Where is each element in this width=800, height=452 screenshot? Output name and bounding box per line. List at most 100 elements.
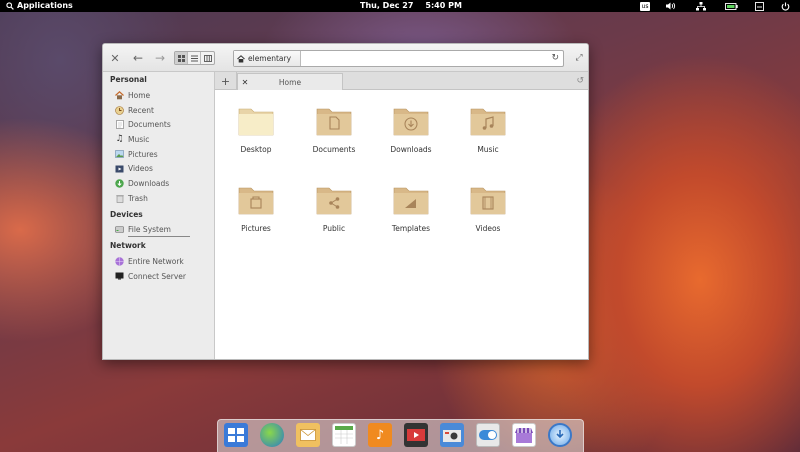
- power-icon[interactable]: [778, 0, 792, 12]
- folder-item[interactable]: Videos: [453, 183, 523, 233]
- videos-icon: [115, 164, 124, 173]
- templates-folder-icon: [393, 187, 429, 215]
- tab-label: Home: [278, 77, 302, 87]
- battery-icon[interactable]: [723, 0, 739, 12]
- reload-icon[interactable]: ↻: [551, 53, 559, 63]
- sidebar-item-documents[interactable]: Documents: [103, 117, 214, 132]
- sidebar-item-label: Documents: [128, 120, 171, 130]
- close-tab-icon[interactable]: ✕: [238, 78, 252, 87]
- keyboard-layout-label: us: [639, 1, 651, 11]
- file-view: Desktop Documents Downloads Music Pictur…: [215, 90, 588, 359]
- folder-item[interactable]: Templates: [376, 183, 446, 233]
- multitasking-view-icon[interactable]: [224, 423, 248, 447]
- downloads-folder-icon: [393, 108, 429, 136]
- folder-label: Pictures: [241, 224, 271, 233]
- breadcrumb-home[interactable]: elementary: [234, 51, 302, 66]
- sidebar-item-label: Music: [128, 134, 150, 144]
- back-button[interactable]: ←: [131, 50, 145, 66]
- breadcrumb-label: elementary: [248, 54, 292, 63]
- search-icon: [6, 1, 14, 10]
- arrow-right-icon: →: [154, 51, 166, 65]
- folder-item[interactable]: Music: [453, 104, 523, 154]
- documents-icon: [115, 120, 124, 130]
- sidebar-section-personal: Personal: [110, 75, 147, 84]
- sidebar-item-recent[interactable]: Recent: [103, 103, 214, 118]
- sidebar-item-label: Entire Network: [128, 257, 184, 267]
- sidebar-item-label: Trash: [128, 193, 148, 203]
- sidebar-item-music[interactable]: ♫ Music: [103, 132, 214, 147]
- sidebar-item-label: Downloads: [128, 178, 170, 188]
- date-time[interactable]: Thu, Dec 27 5:40 PM: [360, 1, 462, 10]
- sidebar: Personal Home Recent Documents ♫ Music P…: [103, 72, 215, 359]
- tab-bar: + ✕ Home ↺: [215, 72, 588, 90]
- sidebar-item-trash[interactable]: Trash: [103, 191, 214, 206]
- sidebar-item-label: Recent: [128, 105, 154, 115]
- music-folder-icon: [470, 108, 506, 136]
- tab-home[interactable]: ✕ Home: [237, 73, 343, 90]
- app-center-icon[interactable]: [512, 423, 536, 447]
- home-icon: [237, 54, 245, 62]
- columns-icon: [203, 54, 212, 62]
- pictures-icon: [115, 150, 124, 159]
- sidebar-item-entire-network[interactable]: Entire Network: [103, 254, 214, 269]
- forward-button[interactable]: →: [153, 50, 167, 66]
- new-tab-button[interactable]: +: [215, 72, 237, 90]
- sidebar-item-file-system[interactable]: File System: [103, 223, 214, 238]
- sidebar-section-devices: Devices: [110, 209, 143, 219]
- videos-folder-icon: [470, 187, 506, 215]
- folder-item[interactable]: Desktop: [221, 104, 291, 154]
- close-icon: ✕: [110, 51, 120, 65]
- sidebar-item-label: Videos: [128, 164, 153, 174]
- folder-item[interactable]: Documents: [299, 104, 369, 154]
- pictures-folder-icon: [238, 187, 274, 215]
- folder-item[interactable]: Public: [299, 183, 369, 233]
- network-indicator-icon[interactable]: [694, 0, 708, 12]
- history-icon[interactable]: ↺: [576, 76, 584, 86]
- plus-icon: +: [220, 74, 231, 88]
- software-update-icon[interactable]: [548, 423, 572, 447]
- videos-app-icon[interactable]: [404, 423, 428, 447]
- sidebar-item-home[interactable]: Home: [103, 88, 214, 103]
- file-manager-window: ✕ ← → elementary ↻ ⤢ Personal Home Recen…: [102, 43, 589, 360]
- applications-label: Applications: [17, 1, 73, 10]
- server-icon: [115, 272, 124, 281]
- folder-item[interactable]: Pictures: [221, 183, 291, 233]
- web-browser-icon[interactable]: [260, 423, 284, 447]
- mail-icon[interactable]: [296, 423, 320, 447]
- calendar-icon[interactable]: [332, 423, 356, 447]
- notifications-icon[interactable]: [752, 0, 766, 12]
- folder-label: Documents: [312, 145, 356, 154]
- maximize-button[interactable]: ⤢: [573, 50, 585, 66]
- sidebar-item-label: Connect Server: [128, 271, 186, 281]
- dock: ♪: [217, 419, 584, 452]
- trash-icon: [115, 194, 124, 203]
- sidebar-item-downloads[interactable]: Downloads: [103, 176, 214, 191]
- folder-label: Music: [477, 145, 499, 154]
- date-label: Thu, Dec 27: [360, 1, 414, 10]
- desktop-folder-icon: [238, 108, 274, 136]
- network-icon: [115, 257, 124, 266]
- arrow-left-icon: ←: [132, 51, 144, 65]
- photos-app-icon[interactable]: [440, 423, 464, 447]
- folder-item[interactable]: Downloads: [376, 104, 446, 154]
- system-settings-icon[interactable]: [476, 423, 500, 447]
- keyboard-indicator[interactable]: us: [638, 0, 652, 12]
- list-view-button[interactable]: [188, 52, 201, 64]
- applications-menu[interactable]: Applications: [6, 1, 73, 10]
- sidebar-item-connect-server[interactable]: Connect Server: [103, 269, 214, 284]
- close-window-button[interactable]: ✕: [109, 50, 121, 66]
- sidebar-item-videos[interactable]: Videos: [103, 161, 214, 176]
- column-view-button[interactable]: [201, 52, 214, 64]
- folder-label: Templates: [391, 224, 431, 233]
- folder-label: Desktop: [240, 145, 272, 154]
- view-switcher: [174, 51, 215, 65]
- grid-icon: [177, 54, 185, 62]
- music-app-icon[interactable]: ♪: [368, 423, 392, 447]
- volume-icon[interactable]: [664, 0, 678, 12]
- sidebar-item-pictures[interactable]: Pictures: [103, 147, 214, 162]
- grid-view-button[interactable]: [175, 52, 188, 64]
- sidebar-item-label: Pictures: [128, 149, 158, 159]
- home-icon: [115, 90, 124, 100]
- sidebar-item-label: Home: [128, 90, 151, 100]
- location-bar[interactable]: elementary ↻: [233, 50, 564, 67]
